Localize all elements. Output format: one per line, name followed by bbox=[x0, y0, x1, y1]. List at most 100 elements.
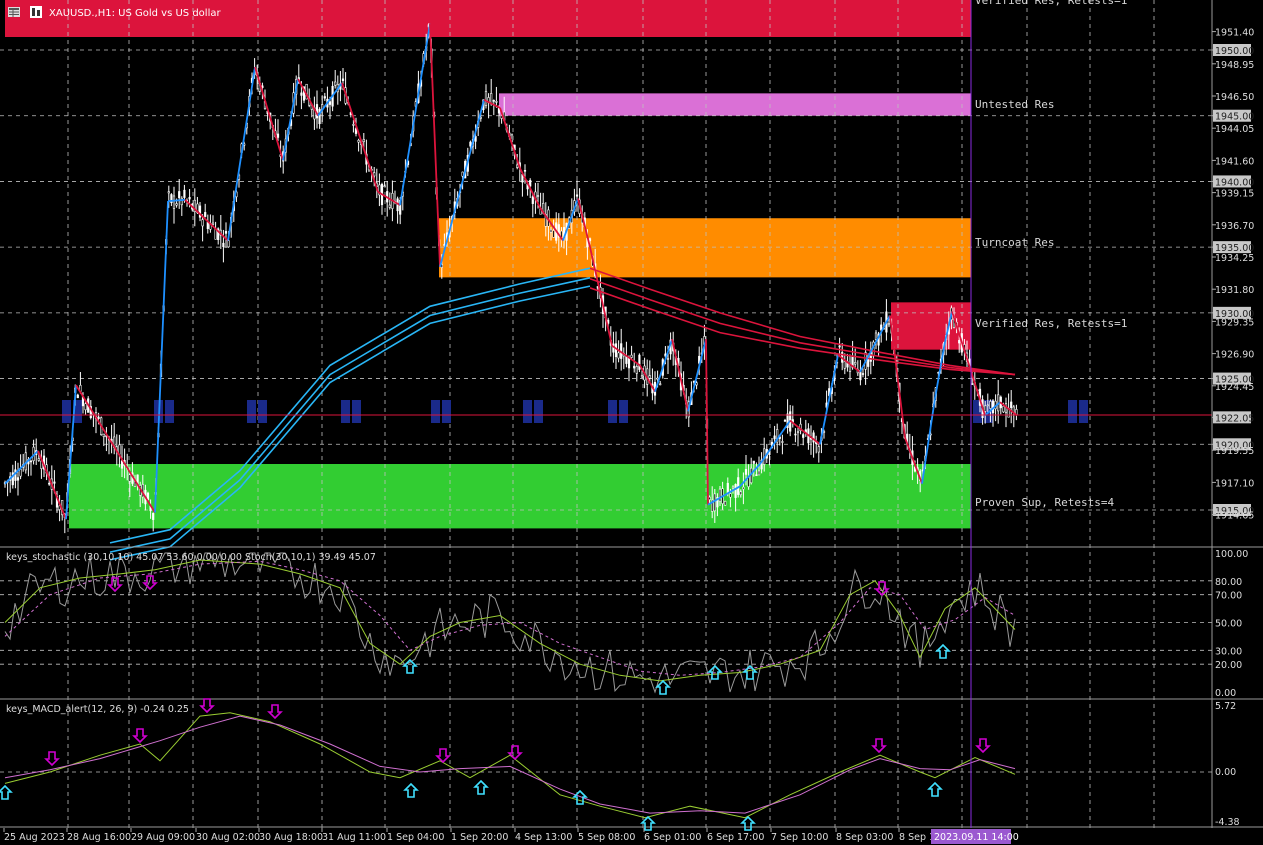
price-label: 1926.90 bbox=[1215, 350, 1254, 361]
candle bbox=[617, 352, 620, 359]
zone-label: Proven Sup, Retests=4 bbox=[975, 496, 1114, 509]
candle bbox=[552, 230, 555, 238]
candle bbox=[536, 195, 540, 197]
session-marker bbox=[608, 400, 617, 423]
time-label: 29 Aug 09:00 bbox=[131, 832, 195, 843]
candle bbox=[334, 81, 337, 86]
candle bbox=[531, 196, 534, 204]
time-label: 30 Aug 18:00 bbox=[259, 832, 323, 843]
candle bbox=[729, 493, 732, 498]
cursor-time-label: 2023.09.11 14:00 bbox=[934, 832, 1019, 843]
candle bbox=[614, 343, 618, 358]
candle bbox=[726, 482, 729, 494]
candle bbox=[734, 484, 737, 498]
stochastic-axis-label: 20.00 bbox=[1215, 660, 1242, 671]
session-marker bbox=[442, 400, 451, 423]
candle bbox=[755, 474, 758, 477]
price-label: 1939.15 bbox=[1215, 189, 1254, 200]
candle bbox=[752, 460, 755, 464]
candle bbox=[549, 228, 553, 233]
stochastic-title: keys_stochastic (30,10,10) 45.07 53.60 0… bbox=[6, 552, 376, 563]
zone-label: Verified Res, Retests=1 bbox=[975, 317, 1127, 330]
symbol-title: XAUUSD.,H1: US Gold vs US dollar bbox=[49, 8, 221, 19]
candle bbox=[495, 101, 498, 103]
candle bbox=[638, 354, 641, 370]
candle bbox=[588, 238, 592, 242]
candle bbox=[984, 405, 987, 412]
price-label: 1951.40 bbox=[1215, 28, 1254, 39]
candle bbox=[227, 240, 230, 248]
time-label: 30 Aug 02:00 bbox=[196, 832, 260, 843]
candle bbox=[362, 139, 365, 143]
candle bbox=[781, 441, 784, 443]
time-label: 6 Sep 17:00 bbox=[707, 832, 764, 843]
candle bbox=[172, 195, 176, 209]
session-marker bbox=[431, 400, 440, 423]
candle bbox=[341, 78, 345, 81]
candle bbox=[178, 191, 181, 199]
candle bbox=[469, 141, 472, 147]
price-label: 1922.05 bbox=[1215, 413, 1254, 424]
candle bbox=[739, 491, 742, 496]
candle bbox=[16, 477, 20, 481]
trading-chart[interactable]: Verified Res, Retests=1 Untested Res Turnc… bbox=[0, 0, 1263, 845]
candle bbox=[128, 474, 131, 482]
time-label: 4 Sep 13:00 bbox=[515, 832, 572, 843]
candle bbox=[794, 433, 797, 436]
chart-header: XAUUSD.,H1: US Gold vs US dollar bbox=[8, 6, 221, 19]
stochastic-axis-label: 80.00 bbox=[1215, 577, 1242, 588]
price-label: 1945.00 bbox=[1215, 112, 1254, 123]
candle bbox=[211, 222, 215, 225]
candle bbox=[854, 362, 857, 365]
stochastic-axis-label: 50.00 bbox=[1215, 619, 1242, 630]
price-label: 1931.80 bbox=[1215, 285, 1254, 296]
session-marker bbox=[619, 400, 628, 423]
price-label: 1936.70 bbox=[1215, 221, 1254, 232]
candle bbox=[874, 332, 878, 340]
candle bbox=[175, 203, 178, 206]
candle bbox=[516, 164, 519, 168]
candle bbox=[666, 357, 670, 360]
candle bbox=[484, 90, 488, 107]
candle bbox=[640, 375, 644, 378]
session-marker bbox=[165, 400, 174, 423]
candle bbox=[695, 382, 698, 386]
time-label: 1 Sep 04:00 bbox=[387, 832, 444, 843]
candle bbox=[76, 394, 79, 399]
candle bbox=[1002, 405, 1005, 413]
session-marker bbox=[1068, 400, 1077, 423]
candle bbox=[731, 486, 735, 489]
candle bbox=[97, 416, 100, 419]
time-label: 8 Sep 1 bbox=[899, 832, 935, 843]
time-label: 28 Aug 16:00 bbox=[67, 832, 131, 843]
price-label: 1950.00 bbox=[1215, 46, 1254, 57]
stochastic-axis-label: 30.00 bbox=[1215, 646, 1242, 657]
candle bbox=[575, 194, 579, 197]
price-label: 1919.55 bbox=[1215, 446, 1254, 457]
stochastic-axis-label: 0.00 bbox=[1215, 688, 1236, 699]
candle bbox=[708, 496, 711, 500]
cursor-time-badge: 2023.09.11 14:00 bbox=[931, 829, 1019, 844]
price-label: 1917.10 bbox=[1215, 478, 1254, 489]
price-label: 1946.50 bbox=[1215, 92, 1254, 103]
candle bbox=[635, 366, 638, 374]
candle bbox=[37, 458, 40, 461]
candle bbox=[838, 345, 841, 348]
price-label: 1929.35 bbox=[1215, 317, 1254, 328]
candle bbox=[373, 172, 376, 177]
price-label: 1934.25 bbox=[1215, 253, 1254, 264]
candle bbox=[744, 469, 748, 475]
zone-box bbox=[499, 93, 971, 116]
candle bbox=[152, 512, 155, 520]
candle bbox=[222, 242, 225, 247]
price-label: 1924.45 bbox=[1215, 382, 1254, 393]
zone-label: Untested Res bbox=[975, 98, 1054, 111]
candle bbox=[201, 219, 204, 227]
candle bbox=[523, 170, 527, 172]
candle bbox=[29, 460, 33, 463]
macd-axis-label: 0.00 bbox=[1215, 767, 1236, 778]
session-marker bbox=[534, 400, 543, 423]
candle bbox=[713, 493, 716, 512]
session-marker bbox=[341, 400, 350, 423]
candle bbox=[323, 96, 326, 99]
